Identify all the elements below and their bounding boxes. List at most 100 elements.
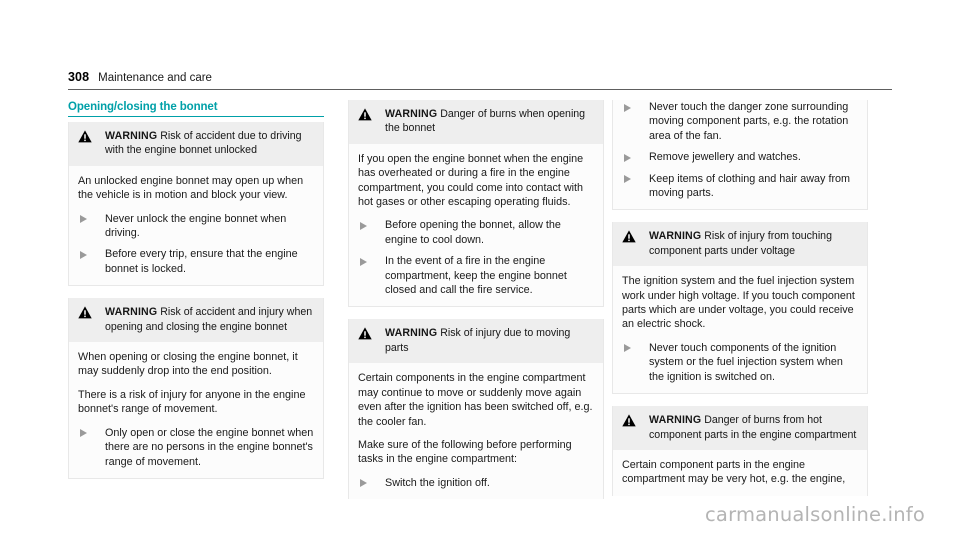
warning-paragraph: Certain components in the engine compart… <box>358 372 593 428</box>
warning-paragraph: The ignition system and the fuel injecti… <box>622 275 855 331</box>
column-right: Never touch the danger zone surrounding … <box>612 100 868 508</box>
page-number: 308 <box>68 70 90 84</box>
step-arrow-icon <box>360 221 367 230</box>
warning-keyword: WARNING <box>105 306 158 319</box>
step-text: Before every trip, ensure that the engin… <box>105 248 298 275</box>
warning-box-title: WARNING Risk of injury from touching com… <box>649 230 832 257</box>
instruction-step: Switch the ignition off. <box>358 475 594 494</box>
instruction-step: In the event of a fire in the engine com… <box>358 254 594 301</box>
warning-keyword: WARNING <box>649 230 702 243</box>
warning-box: Never touch the danger zone surrounding … <box>612 100 868 211</box>
warning-triangle-icon <box>358 327 372 340</box>
step-text: Never unlock the engine bonnet when driv… <box>105 212 287 240</box>
warning-box-body: If you open the engine bonnet when the e… <box>349 143 603 307</box>
step-text: Never touch the danger zone surrounding … <box>649 101 849 142</box>
running-header: 308 Maintenance and care <box>68 70 892 84</box>
warning-box-title: WARNING Risk of injury due to moving par… <box>385 327 571 354</box>
step-text: Before opening the bonnet, allow the eng… <box>385 219 561 246</box>
warning-box: WARNING Risk of accident due to driving … <box>68 122 324 287</box>
warning-triangle-icon <box>78 306 92 319</box>
warning-box-body: When opening or closing the engine bonne… <box>69 342 323 478</box>
instruction-list: Never unlock the engine bonnet when driv… <box>78 211 314 280</box>
warning-triangle-icon <box>78 129 92 143</box>
warning-box-title: WARNING Danger of burns when opening the… <box>385 108 586 135</box>
warning-triangle-icon <box>78 130 92 143</box>
warning-triangle-icon <box>358 326 372 340</box>
instruction-list: Switch the ignition off. <box>358 475 594 494</box>
warning-box-header: WARNING Risk of injury from touching com… <box>613 222 867 267</box>
warning-paragraph: An unlocked engine bonnet may open up wh… <box>78 174 304 202</box>
warning-paragraph: If you open the engine bonnet when the e… <box>358 152 584 209</box>
step-arrow-icon <box>624 175 631 184</box>
warning-triangle-icon <box>78 305 92 319</box>
warning-box-title: WARNING Risk of accident and injury when… <box>105 306 313 333</box>
instruction-step: Only open or close the engine bonnet whe… <box>78 425 314 472</box>
step-text: In the event of a fire in the engine com… <box>385 255 567 297</box>
warning-box-body: The ignition system and the fuel injecti… <box>613 266 867 394</box>
column-left: WARNING Risk of accident due to driving … <box>68 122 324 491</box>
section-heading: Opening/closing the bonnet <box>68 100 324 117</box>
step-arrow-icon <box>624 344 631 353</box>
warning-paragraph: When opening or closing the engine bonne… <box>78 351 298 378</box>
warning-box: WARNING Risk of injury due to moving par… <box>348 319 604 500</box>
warning-box-header: WARNING Risk of accident due to driving … <box>69 122 323 166</box>
step-text: Keep items of clothing and hair away fro… <box>649 172 851 200</box>
step-arrow-icon <box>80 250 87 259</box>
warning-box-body: Never touch the danger zone surrounding … <box>613 100 867 210</box>
step-arrow-icon <box>624 153 631 162</box>
step-text: Only open or close the engine bonnet whe… <box>105 426 314 468</box>
instruction-step: Never touch components of the ignition s… <box>622 340 858 388</box>
instruction-step: Before every trip, ensure that the engin… <box>78 247 314 280</box>
section-heading-title: Opening/closing the bonnet <box>68 101 218 113</box>
warning-triangle-icon <box>358 107 372 121</box>
step-arrow-icon <box>624 103 631 112</box>
warning-box-title: WARNING Danger of burns from hot compone… <box>649 414 857 441</box>
step-arrow-icon <box>360 257 367 266</box>
instruction-list: Never touch the danger zone surrounding … <box>622 100 858 204</box>
manual-page: 308 Maintenance and care Opening/closing… <box>0 0 960 533</box>
warning-box-header: WARNING Risk of injury due to moving par… <box>349 319 603 364</box>
warning-triangle-icon <box>358 108 372 121</box>
step-arrow-icon <box>80 429 87 438</box>
section-heading-rule <box>68 116 324 117</box>
warning-keyword: WARNING <box>385 108 438 120</box>
instruction-list: Never touch components of the ignition s… <box>622 340 858 388</box>
instruction-step: Keep items of clothing and hair away fro… <box>622 171 858 204</box>
warning-triangle-icon <box>622 414 636 427</box>
site-watermark: carmanualsonline.info <box>705 503 925 526</box>
warning-paragraph: There is a risk of injury for anyone in … <box>78 388 306 416</box>
instruction-step: Never unlock the engine bonnet when driv… <box>78 211 314 244</box>
warning-box: WARNING Risk of injury from touching com… <box>612 222 868 395</box>
warning-paragraph: Make sure of the following before perfor… <box>358 438 572 466</box>
step-text: Remove jewellery and watches. <box>649 151 801 164</box>
step-arrow-icon <box>80 215 87 224</box>
warning-triangle-icon <box>622 229 636 243</box>
warning-box-title: WARNING Risk of accident due to driving … <box>105 130 302 157</box>
warning-triangle-icon <box>622 413 636 427</box>
warning-box-body: Certain component parts in the engine co… <box>613 449 867 496</box>
instruction-list: Only open or close the engine bonnet whe… <box>78 425 314 472</box>
warning-box-header: WARNING Danger of burns when opening the… <box>349 100 603 144</box>
warning-box-body: Certain components in the engine compart… <box>349 363 603 500</box>
instruction-step: Remove jewellery and watches. <box>622 150 858 168</box>
warning-box-body: An unlocked engine bonnet may open up wh… <box>69 165 323 286</box>
step-text: Never touch components of the ignition s… <box>649 341 843 383</box>
step-text: Switch the ignition off. <box>385 476 490 489</box>
instruction-list: Before opening the bonnet, allow the eng… <box>358 218 594 301</box>
instruction-step: Never touch the danger zone surrounding … <box>622 100 858 147</box>
warning-paragraph: Certain component parts in the engine co… <box>622 458 846 486</box>
header-divider <box>68 89 892 90</box>
step-arrow-icon <box>360 479 367 488</box>
warning-box-header: WARNING Risk of accident and injury when… <box>69 298 323 343</box>
warning-box: WARNING Danger of burns from hot compone… <box>612 406 868 496</box>
warning-keyword: WARNING <box>649 414 702 427</box>
warning-keyword: WARNING <box>385 327 438 340</box>
column-middle: WARNING Danger of burns when opening the… <box>348 100 604 511</box>
header-chapter-title: Maintenance and care <box>98 72 212 84</box>
warning-box: WARNING Danger of burns when opening the… <box>348 100 604 308</box>
warning-triangle-icon <box>622 230 636 243</box>
warning-keyword: WARNING <box>105 130 158 142</box>
instruction-step: Before opening the bonnet, allow the eng… <box>358 218 594 251</box>
warning-box: WARNING Risk of accident and injury when… <box>68 298 324 479</box>
warning-box-header: WARNING Danger of burns from hot compone… <box>613 406 867 450</box>
